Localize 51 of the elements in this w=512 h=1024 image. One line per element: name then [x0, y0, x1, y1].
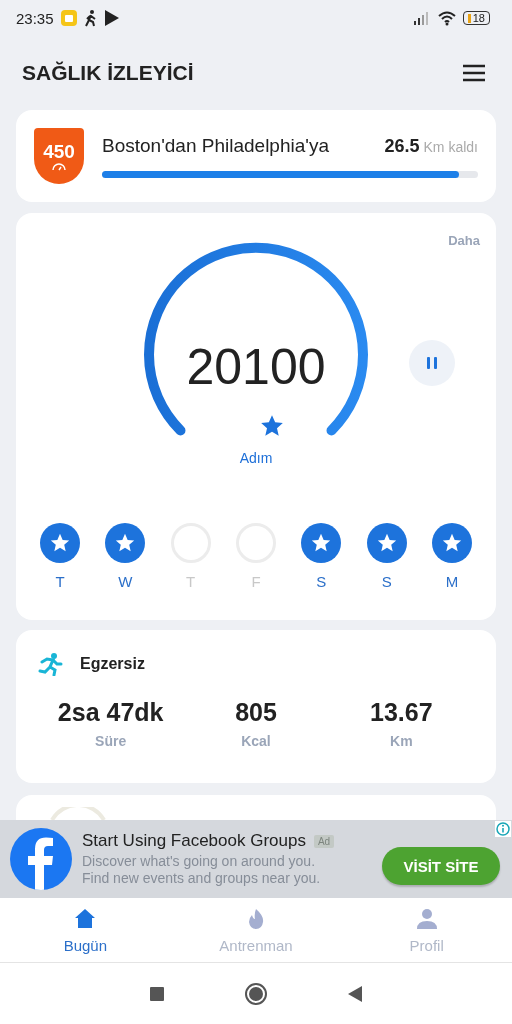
star-icon	[310, 532, 333, 554]
notification-app-icon	[59, 9, 78, 27]
challenge-title: Boston'dan Philadelphia'ya	[102, 134, 330, 157]
stat-label: Süre	[95, 733, 127, 749]
challenge-badge: 450	[34, 128, 84, 184]
facebook-logo	[10, 828, 72, 890]
day-label: S	[381, 573, 392, 590]
stat-label: Km	[390, 733, 413, 749]
day-label: M	[445, 573, 459, 590]
star-icon	[375, 532, 398, 554]
distance-value: 26.5	[384, 135, 420, 157]
app-title: SAĞLIK İZLEYİCİ	[22, 61, 195, 85]
day-label: T	[55, 573, 65, 590]
status-time: 23:35	[16, 9, 54, 27]
home-button[interactable]	[244, 981, 268, 1006]
stat-label: Kcal	[241, 733, 271, 749]
nav-tab[interactable]: Bugün	[0, 898, 171, 962]
pause-icon	[426, 356, 438, 370]
more-link[interactable]: Daha	[448, 233, 480, 248]
person-icon	[414, 906, 439, 931]
distance-unit: Km kaldı	[423, 138, 478, 155]
stat-value: 2sa 47dk	[57, 698, 164, 727]
partial-ring-drawing	[48, 807, 108, 820]
pause-button[interactable]	[409, 340, 455, 386]
visit-site-button[interactable]: VİSİT SİTE	[382, 847, 500, 885]
back-button[interactable]	[346, 984, 363, 1003]
star-icon	[114, 532, 137, 554]
ad-title: Start Using Facebook Groups	[82, 831, 306, 851]
ad-badge: Ad	[313, 834, 335, 848]
nav-tab[interactable]: Antrenman	[170, 898, 342, 962]
running-icon	[38, 652, 64, 676]
ad-description: Discover what's going on around you. Find new events and groups near you.	[82, 853, 322, 887]
signal-icon	[412, 11, 431, 25]
stat-value: 805	[235, 698, 277, 727]
step-label: Adım	[238, 450, 274, 466]
info-icon[interactable]	[495, 821, 511, 837]
nav-tab[interactable]: Profil	[341, 898, 512, 962]
day-label: W	[118, 573, 133, 590]
star-icon	[440, 532, 463, 554]
wifi-icon	[436, 10, 457, 26]
recents-button[interactable]	[149, 985, 166, 1002]
stat-value: 13.67	[370, 698, 433, 727]
play-store-icon	[103, 9, 120, 27]
star-icon	[49, 532, 71, 554]
day-label: S	[316, 573, 327, 590]
walking-icon	[83, 9, 98, 27]
menu-icon	[462, 64, 486, 82]
battery-indicator: 18	[462, 11, 490, 25]
exercise-title: Egzersiz	[80, 655, 145, 673]
star-icon	[259, 413, 285, 439]
step-count: 20100	[185, 338, 327, 396]
